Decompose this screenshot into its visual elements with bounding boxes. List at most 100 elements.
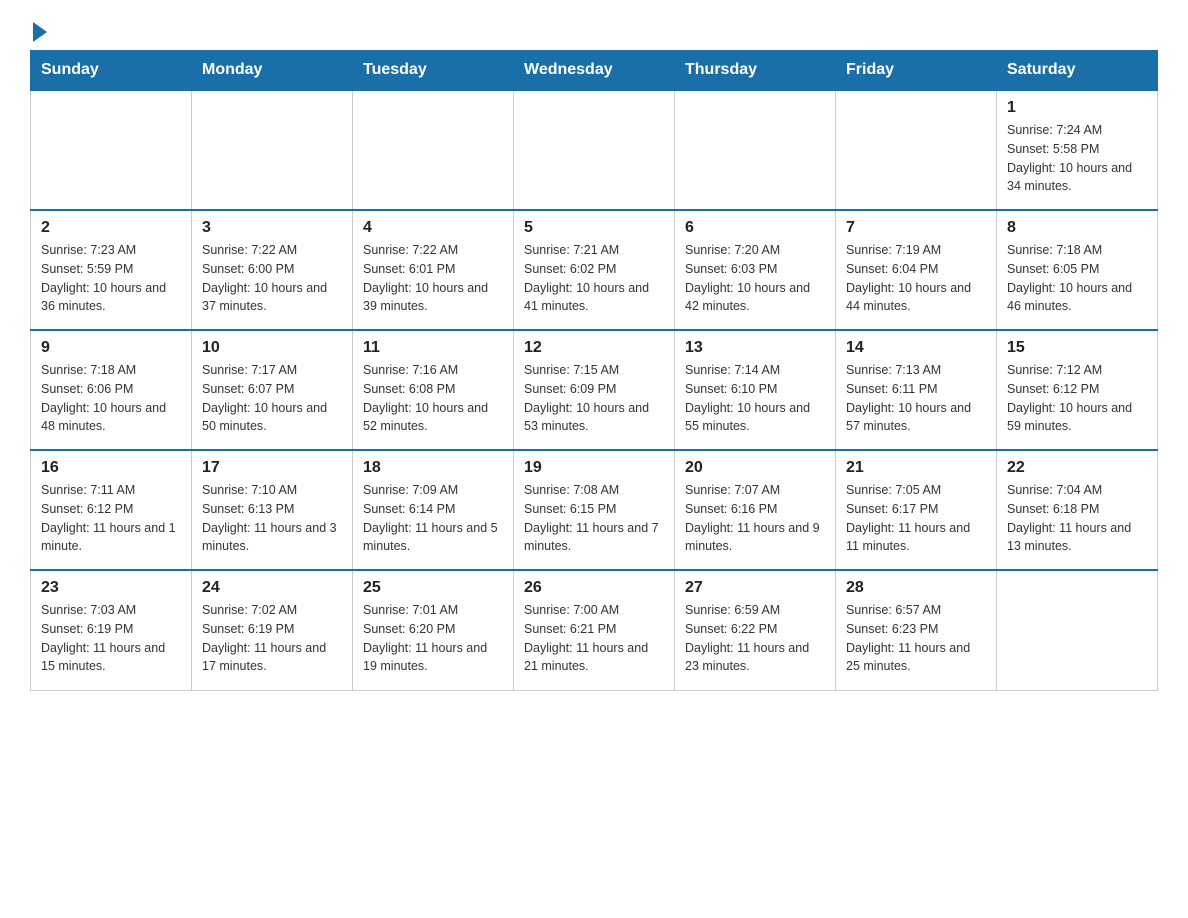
day-number: 10 (202, 339, 342, 357)
calendar-cell: 18 Sunrise: 7:09 AM Sunset: 6:14 PM Dayli… (353, 450, 514, 570)
day-number: 18 (363, 459, 503, 477)
day-number: 22 (1007, 459, 1147, 477)
calendar-week-row: 2 Sunrise: 7:23 AM Sunset: 5:59 PM Daylig… (31, 210, 1158, 330)
calendar-cell: 19 Sunrise: 7:08 AM Sunset: 6:15 PM Dayli… (514, 450, 675, 570)
day-info: Sunrise: 7:16 AM Sunset: 6:08 PM Dayligh… (363, 361, 503, 436)
calendar-header-row: SundayMondayTuesdayWednesdayThursdayFrid… (31, 51, 1158, 91)
weekday-header-thursday: Thursday (675, 51, 836, 91)
page-header (30, 20, 1158, 40)
day-info: Sunrise: 7:00 AM Sunset: 6:21 PM Dayligh… (524, 601, 664, 676)
calendar-table: SundayMondayTuesdayWednesdayThursdayFrid… (30, 50, 1158, 691)
calendar-cell: 27Sunrise: 6:59 AM Sunset: 6:22 PM Dayli… (675, 570, 836, 690)
day-info: Sunrise: 7:23 AM Sunset: 5:59 PM Dayligh… (41, 241, 181, 316)
day-number: 7 (846, 219, 986, 237)
calendar-cell: 7 Sunrise: 7:19 AM Sunset: 6:04 PM Daylig… (836, 210, 997, 330)
calendar-cell (514, 90, 675, 210)
calendar-cell: 11 Sunrise: 7:16 AM Sunset: 6:08 PM Dayli… (353, 330, 514, 450)
calendar-cell: 17Sunrise: 7:10 AM Sunset: 6:13 PM Dayli… (192, 450, 353, 570)
day-info: Sunrise: 7:01 AM Sunset: 6:20 PM Dayligh… (363, 601, 503, 676)
day-info: Sunrise: 7:13 AM Sunset: 6:11 PM Dayligh… (846, 361, 986, 436)
day-number: 17 (202, 459, 342, 477)
calendar-cell: 28 Sunrise: 6:57 AM Sunset: 6:23 PM Dayli… (836, 570, 997, 690)
day-info: Sunrise: 7:24 AM Sunset: 5:58 PM Dayligh… (1007, 121, 1147, 196)
day-number: 6 (685, 219, 825, 237)
day-number: 21 (846, 459, 986, 477)
calendar-cell: 5Sunrise: 7:21 AM Sunset: 6:02 PM Daylig… (514, 210, 675, 330)
day-number: 25 (363, 579, 503, 597)
calendar-cell (192, 90, 353, 210)
day-info: Sunrise: 7:12 AM Sunset: 6:12 PM Dayligh… (1007, 361, 1147, 436)
calendar-cell (836, 90, 997, 210)
day-number: 4 (363, 219, 503, 237)
calendar-cell: 12 Sunrise: 7:15 AM Sunset: 6:09 PM Dayli… (514, 330, 675, 450)
day-info: Sunrise: 7:07 AM Sunset: 6:16 PM Dayligh… (685, 481, 825, 556)
day-number: 11 (363, 339, 503, 357)
weekday-header-wednesday: Wednesday (514, 51, 675, 91)
calendar-cell: 20 Sunrise: 7:07 AM Sunset: 6:16 PM Dayli… (675, 450, 836, 570)
calendar-cell: 22 Sunrise: 7:04 AM Sunset: 6:18 PM Dayli… (997, 450, 1158, 570)
day-number: 13 (685, 339, 825, 357)
day-number: 23 (41, 579, 181, 597)
day-info: Sunrise: 6:59 AM Sunset: 6:22 PM Dayligh… (685, 601, 825, 676)
calendar-cell: 24 Sunrise: 7:02 AM Sunset: 6:19 PM Dayli… (192, 570, 353, 690)
calendar-cell: 1 Sunrise: 7:24 AM Sunset: 5:58 PM Daylig… (997, 90, 1158, 210)
day-number: 2 (41, 219, 181, 237)
calendar-week-row: 23 Sunrise: 7:03 AM Sunset: 6:19 PM Dayli… (31, 570, 1158, 690)
day-number: 15 (1007, 339, 1147, 357)
day-number: 3 (202, 219, 342, 237)
day-info: Sunrise: 7:19 AM Sunset: 6:04 PM Dayligh… (846, 241, 986, 316)
calendar-cell (675, 90, 836, 210)
day-number: 16 (41, 459, 181, 477)
day-info: Sunrise: 7:22 AM Sunset: 6:01 PM Dayligh… (363, 241, 503, 316)
calendar-cell: 2 Sunrise: 7:23 AM Sunset: 5:59 PM Daylig… (31, 210, 192, 330)
day-number: 9 (41, 339, 181, 357)
day-info: Sunrise: 6:57 AM Sunset: 6:23 PM Dayligh… (846, 601, 986, 676)
calendar-cell: 14 Sunrise: 7:13 AM Sunset: 6:11 PM Dayli… (836, 330, 997, 450)
day-info: Sunrise: 7:09 AM Sunset: 6:14 PM Dayligh… (363, 481, 503, 556)
day-info: Sunrise: 7:05 AM Sunset: 6:17 PM Dayligh… (846, 481, 986, 556)
day-number: 28 (846, 579, 986, 597)
weekday-header-monday: Monday (192, 51, 353, 91)
day-number: 8 (1007, 219, 1147, 237)
day-info: Sunrise: 7:18 AM Sunset: 6:06 PM Dayligh… (41, 361, 181, 436)
day-info: Sunrise: 7:03 AM Sunset: 6:19 PM Dayligh… (41, 601, 181, 676)
day-number: 14 (846, 339, 986, 357)
calendar-week-row: 1 Sunrise: 7:24 AM Sunset: 5:58 PM Daylig… (31, 90, 1158, 210)
weekday-header-sunday: Sunday (31, 51, 192, 91)
day-info: Sunrise: 7:02 AM Sunset: 6:19 PM Dayligh… (202, 601, 342, 676)
calendar-cell: 13 Sunrise: 7:14 AM Sunset: 6:10 PM Dayli… (675, 330, 836, 450)
day-info: Sunrise: 7:15 AM Sunset: 6:09 PM Dayligh… (524, 361, 664, 436)
calendar-cell: 15 Sunrise: 7:12 AM Sunset: 6:12 PM Dayli… (997, 330, 1158, 450)
weekday-header-friday: Friday (836, 51, 997, 91)
calendar-cell (997, 570, 1158, 690)
logo-arrow-icon (33, 22, 47, 42)
calendar-cell: 4 Sunrise: 7:22 AM Sunset: 6:01 PM Daylig… (353, 210, 514, 330)
calendar-cell: 10 Sunrise: 7:17 AM Sunset: 6:07 PM Dayli… (192, 330, 353, 450)
day-number: 24 (202, 579, 342, 597)
calendar-cell: 16 Sunrise: 7:11 AM Sunset: 6:12 PM Dayli… (31, 450, 192, 570)
day-number: 19 (524, 459, 664, 477)
calendar-cell: 9 Sunrise: 7:18 AM Sunset: 6:06 PM Daylig… (31, 330, 192, 450)
calendar-cell: 21 Sunrise: 7:05 AM Sunset: 6:17 PM Dayli… (836, 450, 997, 570)
calendar-week-row: 16 Sunrise: 7:11 AM Sunset: 6:12 PM Dayli… (31, 450, 1158, 570)
calendar-cell: 6 Sunrise: 7:20 AM Sunset: 6:03 PM Daylig… (675, 210, 836, 330)
day-number: 5 (524, 219, 664, 237)
day-info: Sunrise: 7:11 AM Sunset: 6:12 PM Dayligh… (41, 481, 181, 556)
day-number: 12 (524, 339, 664, 357)
day-info: Sunrise: 7:14 AM Sunset: 6:10 PM Dayligh… (685, 361, 825, 436)
calendar-cell (353, 90, 514, 210)
day-number: 1 (1007, 99, 1147, 117)
day-info: Sunrise: 7:17 AM Sunset: 6:07 PM Dayligh… (202, 361, 342, 436)
day-info: Sunrise: 7:18 AM Sunset: 6:05 PM Dayligh… (1007, 241, 1147, 316)
calendar-cell: 23 Sunrise: 7:03 AM Sunset: 6:19 PM Dayli… (31, 570, 192, 690)
calendar-cell: 8 Sunrise: 7:18 AM Sunset: 6:05 PM Daylig… (997, 210, 1158, 330)
day-info: Sunrise: 7:08 AM Sunset: 6:15 PM Dayligh… (524, 481, 664, 556)
day-info: Sunrise: 7:20 AM Sunset: 6:03 PM Dayligh… (685, 241, 825, 316)
logo (30, 20, 47, 40)
day-info: Sunrise: 7:22 AM Sunset: 6:00 PM Dayligh… (202, 241, 342, 316)
calendar-cell: 25 Sunrise: 7:01 AM Sunset: 6:20 PM Dayli… (353, 570, 514, 690)
weekday-header-tuesday: Tuesday (353, 51, 514, 91)
day-number: 20 (685, 459, 825, 477)
day-info: Sunrise: 7:04 AM Sunset: 6:18 PM Dayligh… (1007, 481, 1147, 556)
calendar-week-row: 9 Sunrise: 7:18 AM Sunset: 6:06 PM Daylig… (31, 330, 1158, 450)
